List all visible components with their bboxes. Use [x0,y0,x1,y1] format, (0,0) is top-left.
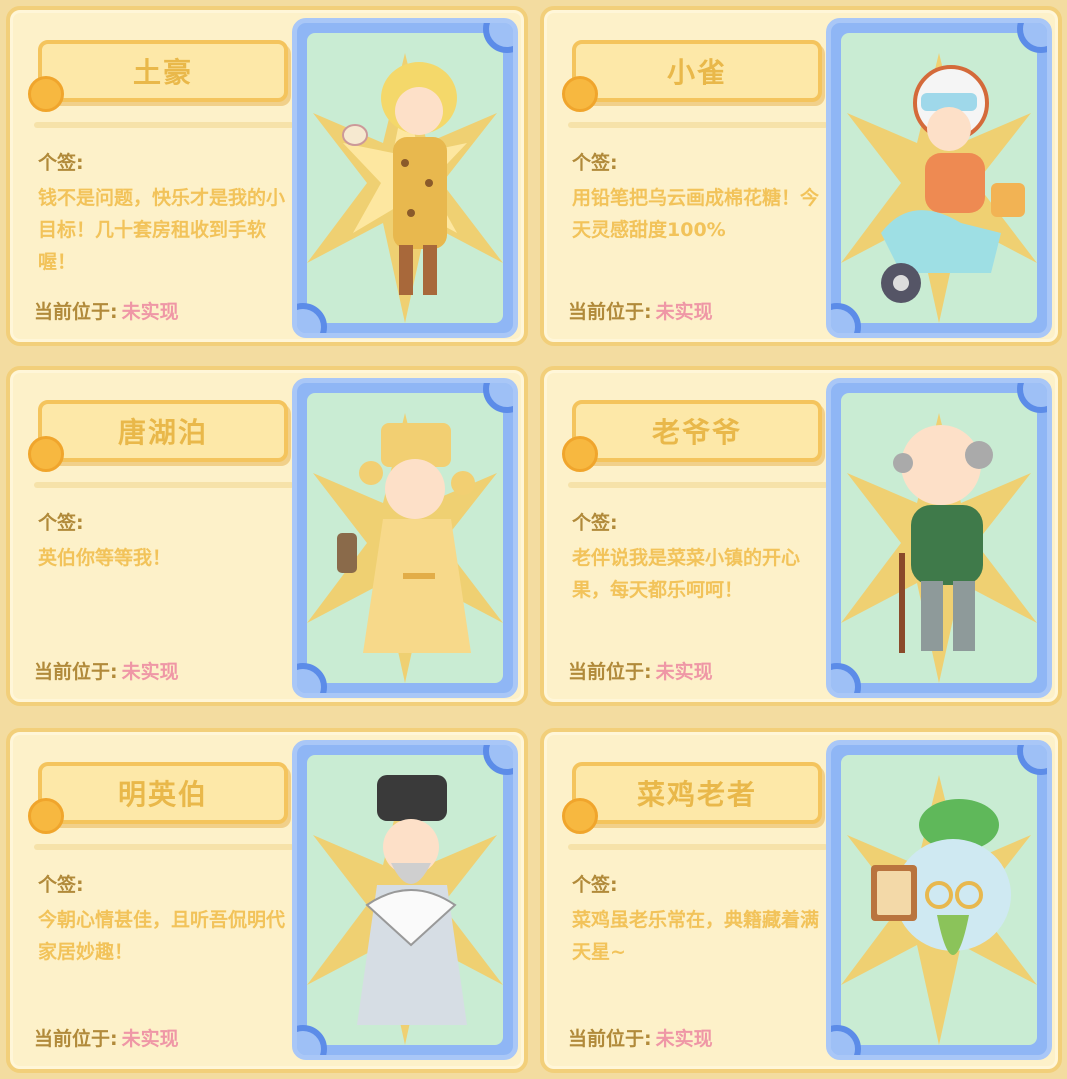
signature-text: 钱不是问题，快乐才是我的小目标！几十套房租收到手软喔！ [38,187,286,273]
character-name: 老爷爷 [651,416,742,449]
character-card[interactable]: 小雀 个签: 用铅笔把乌云画成棉花糖！今天灵感甜度100% 当前位于: 未实现 [540,6,1062,346]
ming-elder-icon [307,775,503,1045]
character-card[interactable]: 土豪 个签: 钱不是问题，快乐才是我的小目标！几十套房租收到手软喔！ 当前位于:… [6,6,528,346]
signature-text: 菜鸡虽老乐常在，典籍藏着满天星~ [572,909,820,963]
portrait-frame [292,18,518,338]
location-row: 当前位于: 未实现 [34,657,179,684]
character-name: 小雀 [666,56,727,89]
character-card[interactable]: 菜鸡老者 个签: 菜鸡虽老乐常在，典籍藏着满天星~ 当前位于: 未实现 [540,728,1062,1073]
signature-label: 个签: [38,512,84,534]
signature-label: 个签: [572,874,618,896]
location-value: 未实现 [121,301,179,323]
portrait-frame [826,18,1052,338]
name-plate: 土豪 [28,40,288,112]
location-row: 当前位于: 未实现 [568,1024,713,1051]
signature-text: 用铅笔把乌云画成棉花糖！今天灵感甜度100% [572,187,820,241]
signature-text: 老伴说我是菜菜小镇的开心果，每天都乐呵呵！ [572,547,801,601]
character-name: 菜鸡老者 [636,778,757,811]
location-row: 当前位于: 未实现 [34,297,179,324]
portrait-frame [826,740,1052,1060]
signature-label: 个签: [572,512,618,534]
location-value: 未实现 [655,661,713,683]
scooter-girl-icon [841,53,1037,323]
character-card[interactable]: 唐湖泊 个签: 英伯你等等我！ 当前位于: 未实现 [6,366,528,706]
divider [568,844,828,850]
tag-icon [562,798,598,834]
character-name: 明英伯 [117,778,208,811]
portrait-frame [292,378,518,698]
signature-label: 个签: [38,874,84,896]
location-label: 当前位于: [568,661,652,683]
location-label: 当前位于: [568,1028,652,1050]
name-plate: 唐湖泊 [28,400,288,472]
vegetable-elder-icon [841,775,1037,1045]
location-label: 当前位于: [34,1028,118,1050]
tag-icon [28,76,64,112]
tag-icon [562,76,598,112]
tag-icon [28,798,64,834]
grandpa-icon [841,413,1037,683]
signature-label: 个签: [572,152,618,174]
divider [568,482,828,488]
portrait-frame [292,740,518,1060]
name-plate: 老爷爷 [562,400,822,472]
name-plate: 明英伯 [28,762,288,834]
name-plate: 菜鸡老者 [562,762,822,834]
divider [34,122,294,128]
character-name: 土豪 [132,56,193,89]
tag-icon [562,436,598,472]
scholar-icon [307,413,503,683]
name-plate: 小雀 [562,40,822,112]
divider [34,482,294,488]
divider [568,122,828,128]
location-label: 当前位于: [34,661,118,683]
character-name: 唐湖泊 [117,416,208,449]
character-card[interactable]: 老爷爷 个签: 老伴说我是菜菜小镇的开心果，每天都乐呵呵！ 当前位于: 未实现 [540,366,1062,706]
rich-man-icon [307,53,503,323]
location-value: 未实现 [121,1028,179,1050]
location-row: 当前位于: 未实现 [568,297,713,324]
character-card[interactable]: 明英伯 个签: 今朝心情甚佳，且听吾侃明代家居妙趣！ 当前位于: 未实现 [6,728,528,1073]
location-row: 当前位于: 未实现 [568,657,713,684]
divider [34,844,294,850]
location-row: 当前位于: 未实现 [34,1024,179,1051]
signature-label: 个签: [38,152,84,174]
signature-text: 今朝心情甚佳，且听吾侃明代家居妙趣！ [38,909,286,963]
portrait-frame [826,378,1052,698]
tag-icon [28,436,64,472]
location-label: 当前位于: [34,301,118,323]
location-value: 未实现 [655,1028,713,1050]
signature-text: 英伯你等等我！ [38,547,172,569]
location-label: 当前位于: [568,301,652,323]
location-value: 未实现 [121,661,179,683]
location-value: 未实现 [655,301,713,323]
